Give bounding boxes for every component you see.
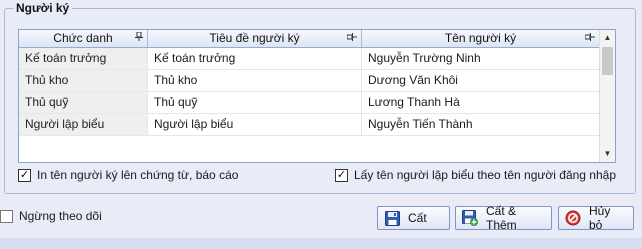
cell-signer-name[interactable]: Nguyễn Trường Ninh: [362, 48, 600, 69]
use-login-name-checkbox[interactable]: ✓: [335, 168, 348, 182]
vertical-scrollbar[interactable]: ▲ ▼: [599, 30, 615, 162]
signers-group: Người ký Chức danh Tiêu đề người ký Tên …: [4, 1, 636, 194]
table-row[interactable]: Thủ kho Thủ kho Dương Văn Khôi: [19, 70, 600, 92]
cell-title[interactable]: Kế toán trưởng: [19, 48, 148, 69]
scroll-down-arrow-icon[interactable]: ▼: [600, 146, 615, 162]
use-login-name-label: Lấy tên người lập biểu theo tên người đă…: [354, 168, 616, 182]
cell-signer-name[interactable]: Nguyễn Tiến Thành: [362, 114, 600, 135]
table-row[interactable]: Thủ quỹ Thủ quỹ Lương Thanh Hà: [19, 92, 600, 114]
cell-signer-title[interactable]: Thủ kho: [148, 70, 362, 91]
grid-header: Chức danh Tiêu đề người ký Tên người ký: [19, 30, 600, 48]
signers-grid[interactable]: Chức danh Tiêu đề người ký Tên người ký: [18, 29, 616, 163]
bottom-strip: [0, 238, 642, 249]
print-signer-label: In tên người ký lên chứng từ, báo cáo: [37, 168, 239, 182]
cell-signer-name[interactable]: Lương Thanh Hà: [362, 92, 600, 113]
group-title: Người ký: [13, 1, 73, 15]
floppy-disk-plus-icon: [462, 210, 478, 226]
pin-icon[interactable]: [346, 30, 357, 47]
cell-title[interactable]: Thủ kho: [19, 70, 148, 91]
table-row[interactable]: Người lập biểu Người lập biểu Nguyễn Tiế…: [19, 114, 600, 136]
save-button-label: Cất: [408, 211, 427, 225]
pin-icon[interactable]: [135, 30, 143, 47]
cell-signer-title[interactable]: Người lập biểu: [148, 114, 362, 135]
cell-title[interactable]: Thủ quỹ: [19, 92, 148, 113]
scroll-up-arrow-icon[interactable]: ▲: [600, 30, 615, 46]
floppy-disk-icon: [384, 210, 400, 226]
column-header-signer-title[interactable]: Tiêu đề người ký: [148, 30, 362, 47]
column-header-label: Tên người ký: [444, 31, 517, 45]
cancel-button-label: Hủy bỏ: [589, 204, 611, 232]
column-header-title[interactable]: Chức danh: [19, 30, 148, 47]
stop-tracking-label: Ngừng theo dõi: [19, 209, 102, 223]
column-header-label: Tiêu đề người ký: [209, 31, 300, 45]
cancel-button[interactable]: Hủy bỏ: [558, 204, 634, 232]
table-row[interactable]: Kế toán trưởng Kế toán trưởng Nguyễn Trư…: [19, 48, 600, 70]
use-login-name-option[interactable]: ✓ Lấy tên người lập biểu theo tên người …: [335, 168, 616, 182]
cell-signer-name[interactable]: Dương Văn Khôi: [362, 70, 600, 91]
print-signer-checkbox[interactable]: ✓: [18, 168, 31, 182]
save-add-button[interactable]: Cất & Thêm: [455, 204, 552, 232]
cell-signer-title[interactable]: Kế toán trưởng: [148, 48, 362, 69]
print-signer-option[interactable]: ✓ In tên người ký lên chứng từ, báo cáo: [18, 168, 238, 182]
save-button[interactable]: Cất: [377, 206, 450, 230]
stop-tracking-checkbox[interactable]: [0, 209, 13, 223]
no-entry-icon: [565, 210, 581, 226]
grid-rows: Kế toán trưởng Kế toán trưởng Nguyễn Trư…: [19, 48, 600, 136]
cell-signer-title[interactable]: Thủ quỹ: [148, 92, 362, 113]
column-header-label: Chức danh: [53, 31, 113, 45]
scrollbar-thumb[interactable]: [602, 47, 613, 75]
cell-title[interactable]: Người lập biểu: [19, 114, 148, 135]
save-add-button-label: Cất & Thêm: [486, 204, 517, 232]
pin-icon[interactable]: [584, 30, 595, 47]
column-header-signer-name[interactable]: Tên người ký: [362, 30, 600, 47]
stop-tracking-option[interactable]: Ngừng theo dõi: [0, 209, 102, 223]
